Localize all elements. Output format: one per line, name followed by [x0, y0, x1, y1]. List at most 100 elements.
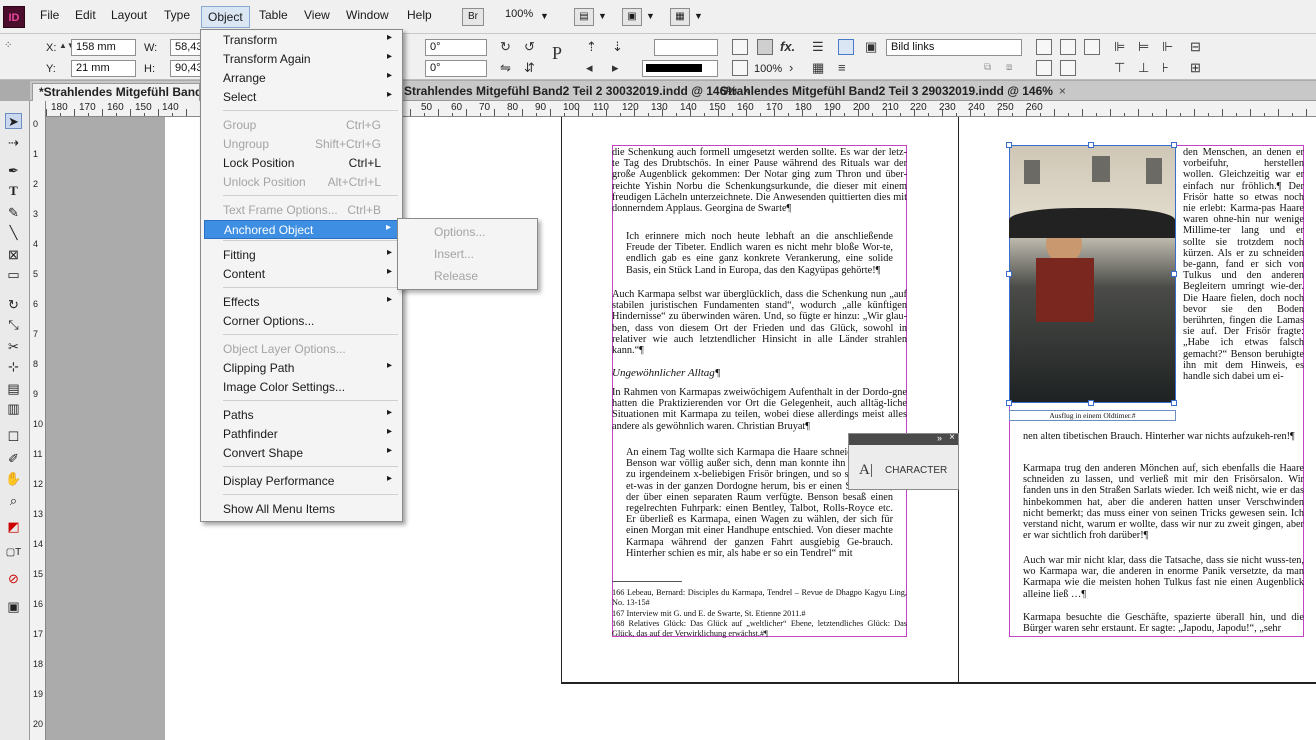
- align-right-edges-icon[interactable]: ⊩: [1162, 39, 1173, 55]
- text-wrap-none-icon[interactable]: ☰: [812, 39, 824, 55]
- text-wrap-jump-icon[interactable]: ≡: [838, 60, 846, 76]
- menu-item-transform-again[interactable]: Transform Again ▸: [204, 50, 399, 69]
- line-tool-icon[interactable]: ╲: [5, 225, 22, 241]
- note-tool-icon[interactable]: ☐: [5, 429, 22, 445]
- menu-window[interactable]: Window: [346, 8, 389, 22]
- fill-frame-proportionally-icon[interactable]: [1036, 60, 1052, 76]
- pen-tool-icon[interactable]: ✒: [5, 163, 22, 179]
- arrange-documents-dropdown-icon[interactable]: ▼: [694, 11, 703, 21]
- rotate-cw-icon[interactable]: ↻: [500, 39, 511, 55]
- menu-file[interactable]: File: [40, 8, 59, 22]
- handle-top-left[interactable]: [1006, 142, 1012, 148]
- tab-document-3-close-icon[interactable]: ×: [1059, 84, 1066, 98]
- tab-document-1[interactable]: *Strahlendes Mitgefühl Band2 T: [32, 83, 200, 101]
- menu-item-convert-shape[interactable]: Convert Shape ▸: [204, 444, 399, 463]
- select-container-icon[interactable]: ⇡: [586, 39, 597, 55]
- menu-table[interactable]: Table: [259, 8, 288, 22]
- y-field[interactable]: 21 mm: [71, 60, 136, 77]
- handle-bottom-left[interactable]: [1006, 400, 1012, 406]
- fit-frame-to-content-icon[interactable]: [1060, 39, 1076, 55]
- menu-help[interactable]: Help: [407, 8, 432, 22]
- submenu-release[interactable]: Release: [401, 267, 536, 286]
- menu-item-ungroup[interactable]: Ungroup Shift+Ctrl+G: [204, 135, 399, 154]
- scissors-tool-icon[interactable]: ✂: [5, 339, 22, 355]
- tab-document-2[interactable]: Strahlendes Mitgefühl Band2 Teil 2 30032…: [398, 83, 756, 101]
- direct-selection-tool-icon[interactable]: ⇢: [5, 135, 22, 151]
- align-horizontal-centers-icon[interactable]: ⊨: [1138, 39, 1149, 55]
- menu-item-pathfinder[interactable]: Pathfinder ▸: [204, 425, 399, 444]
- menu-item-arrange[interactable]: Arrange ▸: [204, 69, 399, 88]
- stroke-style-dropdown[interactable]: [642, 60, 718, 77]
- menu-item-content[interactable]: Content ▸: [204, 265, 399, 284]
- menu-item-paths[interactable]: Paths ▸: [204, 406, 399, 425]
- align-vertical-centers-icon[interactable]: ⊥: [1138, 60, 1149, 76]
- handle-middle-right[interactable]: [1171, 271, 1177, 277]
- rotation-field[interactable]: 0°: [425, 39, 487, 56]
- opacity-icon[interactable]: [732, 60, 748, 76]
- object-style-dropdown[interactable]: Bild links: [886, 39, 1022, 56]
- menu-item-fitting[interactable]: Fitting ▸: [204, 246, 399, 265]
- submenu-options[interactable]: Options...: [401, 223, 536, 242]
- menu-type[interactable]: Type: [164, 8, 190, 22]
- reference-point-icon[interactable]: ⁘: [4, 38, 12, 54]
- bridge-button[interactable]: Br: [462, 8, 484, 26]
- select-previous-icon[interactable]: ◂: [586, 60, 593, 76]
- selection-tool-icon[interactable]: ➤: [5, 113, 22, 129]
- gradient-tool-icon[interactable]: ▤: [5, 381, 22, 397]
- vertical-ruler[interactable]: 0 1 2 3 4 5 6 7 8 9 10 11 12 13 14 15 16 17 18 19 20: [30, 101, 46, 740]
- clear-overrides-icon[interactable]: ⧉: [984, 60, 991, 76]
- character-panel-titlebar[interactable]: » ×: [849, 432, 958, 445]
- rectangle-frame-tool-icon[interactable]: ⊠: [5, 247, 22, 263]
- handle-bottom-right[interactable]: [1171, 400, 1177, 406]
- fill-stroke-swatch-icon[interactable]: ◩: [5, 519, 22, 535]
- menu-item-unlock-position[interactable]: Unlock Position Alt+Ctrl+L: [204, 173, 399, 192]
- handle-top-center[interactable]: [1088, 142, 1094, 148]
- fill-swatch-dropdown[interactable]: [654, 39, 718, 56]
- text-wrap-bbox-icon[interactable]: [838, 39, 854, 55]
- clear-styles-icon[interactable]: ⧈: [1006, 60, 1012, 76]
- zoom-tool-icon[interactable]: ⌕: [5, 493, 22, 509]
- fit-content-proportionally-icon[interactable]: [1060, 60, 1076, 76]
- menu-item-text-frame-options[interactable]: Text Frame Options... Ctrl+B: [204, 201, 399, 220]
- menu-item-object-layer-options[interactable]: Object Layer Options...: [204, 340, 399, 359]
- distribute-icon[interactable]: ⊟: [1190, 39, 1201, 55]
- rectangle-tool-icon[interactable]: ▭: [5, 267, 22, 283]
- handle-bottom-center[interactable]: [1088, 400, 1094, 406]
- menu-item-corner-options[interactable]: Corner Options...: [204, 312, 399, 331]
- effects-fx-icon[interactable]: fx.: [780, 39, 795, 55]
- pencil-tool-icon[interactable]: ✎: [5, 205, 22, 221]
- free-transform-tool-icon[interactable]: ⊹: [5, 359, 22, 375]
- select-content-icon[interactable]: ⇣: [612, 39, 623, 55]
- flip-vertical-icon[interactable]: ⇵: [524, 60, 535, 76]
- zoom-dropdown-icon[interactable]: ▼: [540, 11, 549, 21]
- menu-item-group[interactable]: Group Ctrl+G: [204, 116, 399, 135]
- oldtimer-photo[interactable]: [1009, 145, 1176, 403]
- flip-horizontal-icon[interactable]: ⇋: [500, 60, 511, 76]
- align-bottom-edges-icon[interactable]: ⊦: [1162, 60, 1169, 76]
- gradient-feather-tool-icon[interactable]: ▥: [5, 401, 22, 417]
- arrange-documents-icon[interactable]: ▦: [670, 8, 690, 26]
- view-options-icon[interactable]: ▤: [574, 8, 594, 26]
- align-left-edges-icon[interactable]: ⊫: [1114, 39, 1125, 55]
- view-options-dropdown-icon[interactable]: ▼: [598, 11, 607, 21]
- eyedropper-tool-icon[interactable]: ✐: [5, 451, 22, 467]
- menu-object[interactable]: Object: [201, 6, 250, 28]
- zoom-level[interactable]: 100%: [505, 8, 533, 20]
- menu-item-effects[interactable]: Effects ▸: [204, 293, 399, 312]
- menu-item-image-color-settings[interactable]: Image Color Settings...: [204, 378, 399, 397]
- rotate-tool-icon[interactable]: ↻: [5, 297, 22, 313]
- fit-frame-icon[interactable]: [732, 39, 748, 55]
- text-wrap-shape-icon[interactable]: ▦: [812, 60, 824, 76]
- fit-content-to-frame-icon[interactable]: [1036, 39, 1052, 55]
- tab-document-3[interactable]: Strahlendes Mitgefühl Band2 Teil 3 29032…: [714, 83, 1072, 101]
- screen-mode-icon[interactable]: ▣: [622, 8, 642, 26]
- center-content-icon[interactable]: [1084, 39, 1100, 55]
- menu-item-clipping-path[interactable]: Clipping Path ▸: [204, 359, 399, 378]
- menu-view[interactable]: View: [304, 8, 330, 22]
- rotate-ccw-icon[interactable]: ↺: [524, 39, 535, 55]
- collapse-panel-icon[interactable]: »: [937, 433, 942, 443]
- close-panel-icon[interactable]: ×: [949, 432, 955, 443]
- screen-mode-tool-icon[interactable]: ▣: [5, 599, 22, 615]
- menu-layout[interactable]: Layout: [111, 8, 147, 22]
- select-next-icon[interactable]: ▸: [612, 60, 619, 76]
